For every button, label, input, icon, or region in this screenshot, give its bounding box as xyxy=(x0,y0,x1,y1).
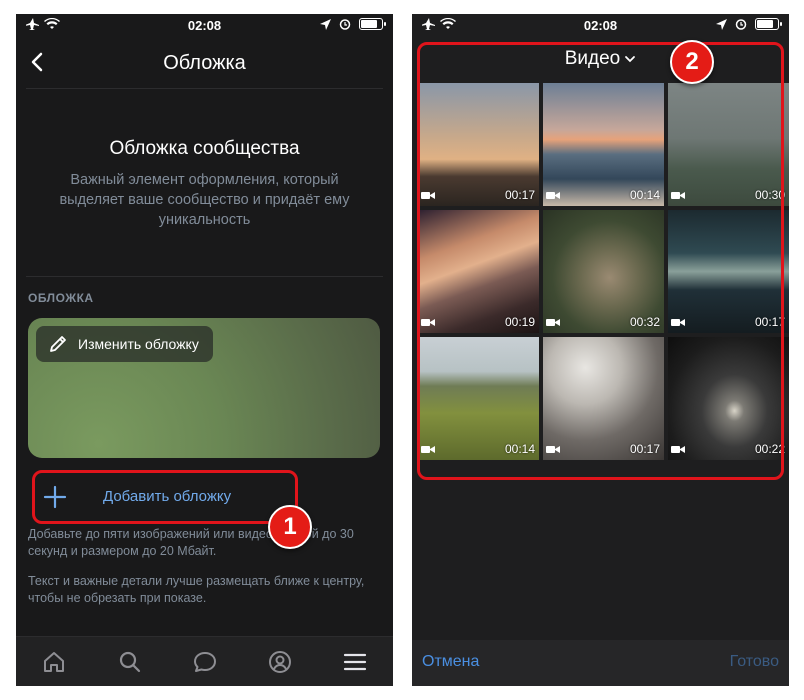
section-description: Важный элемент оформления, который выдел… xyxy=(59,172,350,228)
step-badge-1: 1 xyxy=(268,505,312,549)
hint-text: Текст и важные детали лучше размещать бл… xyxy=(28,574,365,605)
divider xyxy=(26,276,383,277)
menu-icon[interactable] xyxy=(342,649,368,675)
pencil-icon xyxy=(50,336,66,352)
community-cover-screen: 02:08 Обложка Обложка сообщества Важный … xyxy=(16,14,393,686)
alarm-icon xyxy=(339,19,351,30)
cancel-button[interactable]: Отмена xyxy=(422,653,479,671)
highlight-frame xyxy=(417,42,784,480)
search-icon[interactable] xyxy=(117,649,143,675)
alarm-icon xyxy=(735,19,747,30)
messages-icon[interactable] xyxy=(192,649,218,675)
edit-cover-button[interactable]: Изменить обложку xyxy=(36,326,213,362)
add-cover-label: Добавить обложку xyxy=(103,488,232,505)
status-bar: 02:08 xyxy=(16,14,393,38)
nav-title: Обложка xyxy=(163,52,246,74)
home-icon[interactable] xyxy=(41,649,67,675)
step-badge-2: 2 xyxy=(670,40,714,84)
tab-bar xyxy=(16,636,393,686)
cover-preview: Изменить обложку xyxy=(28,318,380,458)
plus-icon xyxy=(43,485,67,509)
video-picker-screen: 02:08 Видео 00:17 00:14 00:30 00:19 00:3… xyxy=(412,14,789,686)
location-icon xyxy=(320,18,331,30)
divider xyxy=(26,88,383,89)
battery-icon xyxy=(359,18,386,30)
add-cover-button[interactable]: Добавить обложку xyxy=(32,470,298,524)
profile-icon[interactable] xyxy=(267,649,293,675)
location-icon xyxy=(716,18,727,30)
section-title: Обложка сообщества xyxy=(109,138,300,159)
hint-text: Добавьте до пяти изображений или видео д… xyxy=(28,527,354,558)
edit-cover-label: Изменить обложку xyxy=(78,336,199,352)
battery-icon xyxy=(755,18,782,30)
done-button[interactable]: Готово xyxy=(730,653,779,671)
cover-section-label: ОБЛОЖКА xyxy=(28,291,94,305)
picker-toolbar: Отмена Готово xyxy=(412,640,789,686)
status-bar: 02:08 xyxy=(412,14,789,38)
